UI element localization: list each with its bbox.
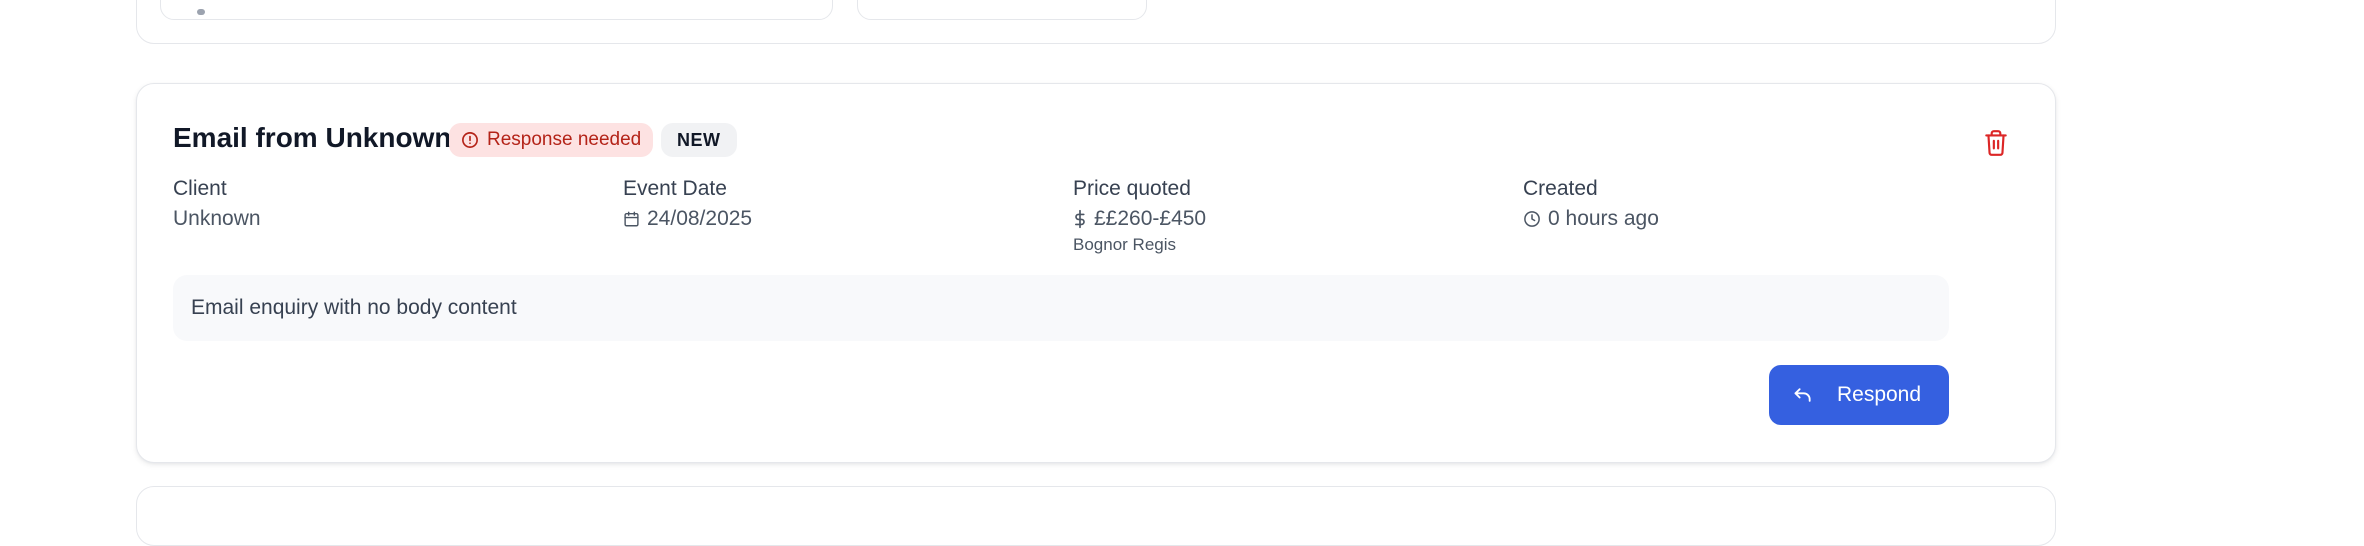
message-preview: Email enquiry with no body content <box>173 275 1949 341</box>
client-value-text: Unknown <box>173 207 261 230</box>
location-text: Bognor Regis <box>1073 235 1177 254</box>
previous-card-field <box>160 0 833 20</box>
previous-card-field <box>857 0 1147 20</box>
price-text: ££260-£450 <box>1094 207 1207 230</box>
clock-icon <box>1523 210 1541 228</box>
message-text: Email enquiry with no body content <box>191 296 517 319</box>
event-date-value: 24/08/2025 <box>623 208 752 229</box>
reply-icon <box>1793 386 1813 404</box>
created-value: 0 hours ago <box>1523 208 1659 229</box>
price-label: Price quoted <box>1073 177 1191 200</box>
response-needed-badge: Response needed <box>449 123 654 157</box>
response-needed-label: Response needed <box>487 129 642 150</box>
respond-button[interactable]: Respond <box>1769 365 1949 425</box>
card-title: Email from Unknown <box>173 122 452 153</box>
new-badge: NEW <box>661 123 737 157</box>
event-date-text: 24/08/2025 <box>647 207 753 230</box>
price-value: ££260-£450 <box>1073 208 1206 229</box>
respond-label: Respond <box>1836 383 1922 406</box>
client-label: Client <box>173 177 227 200</box>
enquiry-card: Email from Unknown Response needed NEW C… <box>136 83 2056 463</box>
created-label: Created <box>1523 177 1598 200</box>
calendar-icon <box>623 210 640 228</box>
trash-icon[interactable] <box>1983 129 2009 157</box>
created-text: 0 hours ago <box>1548 207 1659 230</box>
alert-circle-icon <box>461 131 479 149</box>
dollar-icon <box>1073 209 1087 229</box>
client-value: Unknown <box>173 208 261 229</box>
event-date-label: Event Date <box>623 177 727 200</box>
next-card <box>136 486 2056 546</box>
